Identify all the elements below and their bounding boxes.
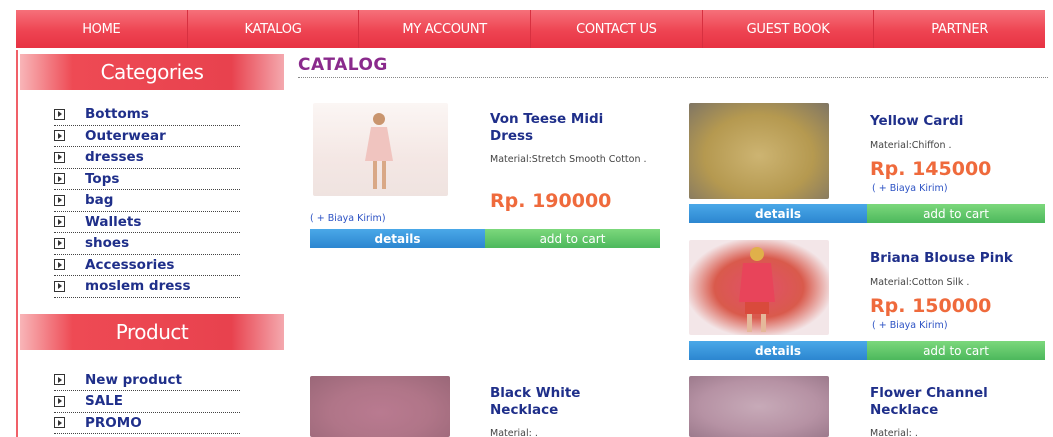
product-heading: Product (20, 313, 284, 350)
category-item-moslem-dress[interactable]: moslem dress (54, 276, 240, 298)
category-item-tops[interactable]: Tops (54, 169, 240, 190)
details-button[interactable]: details (310, 229, 485, 248)
product-material-briana-blouse: Material:Cotton Silk . (870, 277, 970, 288)
product-material-yellow-cardi: Material:Chiffon . (870, 140, 952, 151)
product-name-flower-channel-necklace[interactable]: Flower Channel Necklace (870, 385, 1020, 419)
product-price-yellow-cardi: Rp. 145000 (870, 158, 992, 180)
arrow-box-icon (54, 259, 65, 271)
shipping-note: ( + Biaya Kirim) (872, 183, 948, 194)
product-image-yellow-cardi[interactable] (689, 103, 829, 199)
details-button[interactable]: details (689, 204, 867, 223)
arrow-box-icon (54, 374, 65, 386)
product-actions: details add to cart (310, 229, 660, 248)
nav-guest-book[interactable]: GUEST BOOK (702, 10, 875, 48)
product-price-von-teese: Rp. 190000 (490, 190, 612, 212)
category-item-accessories[interactable]: Accessories (54, 255, 240, 276)
sidebar: Categories Bottoms Outerwear dresses Top… (16, 50, 286, 437)
arrow-box-icon (54, 417, 65, 429)
blouse-model-icon (739, 247, 775, 332)
shipping-note: ( + Biaya Kirim) (310, 213, 386, 224)
product-list: New product SALE PROMO (18, 350, 286, 434)
category-item-dresses[interactable]: dresses (54, 147, 240, 169)
category-item-outerwear[interactable]: Outerwear (54, 126, 240, 147)
product-image-von-teese[interactable] (313, 103, 448, 196)
catalog-divider (298, 77, 1048, 78)
arrow-box-icon (54, 173, 65, 185)
arrow-box-icon (54, 108, 65, 120)
top-nav: HOME KATALOG MY ACCOUNT CONTACT US GUEST… (16, 10, 1046, 48)
add-to-cart-button[interactable]: add to cart (867, 204, 1045, 223)
product-name-black-white-necklace[interactable]: Black White Necklace (490, 385, 620, 419)
nav-contact-us[interactable]: CONTACT US (531, 10, 703, 48)
arrow-box-icon (54, 237, 65, 249)
catalog-title: CATALOG (298, 55, 388, 75)
product-actions: details add to cart (689, 341, 1045, 360)
arrow-box-icon (54, 395, 65, 407)
category-list: Bottoms Outerwear dresses Tops bag Walle… (18, 90, 286, 298)
arrow-box-icon (54, 151, 65, 163)
product-item-promo[interactable]: PROMO (54, 413, 240, 434)
categories-heading: Categories (20, 54, 284, 90)
product-actions: details add to cart (689, 204, 1045, 223)
category-item-wallets[interactable]: Wallets (54, 212, 240, 233)
add-to-cart-button[interactable]: add to cart (485, 229, 660, 248)
arrow-box-icon (54, 280, 65, 292)
shipping-note: ( + Biaya Kirim) (872, 320, 948, 331)
product-material-flower-channel-necklace: Material: . (870, 428, 918, 437)
arrow-box-icon (54, 130, 65, 142)
product-material-von-teese: Material:Stretch Smooth Cotton . (490, 154, 647, 165)
product-price-briana-blouse: Rp. 150000 (870, 295, 992, 317)
product-image-black-white-necklace[interactable] (310, 376, 450, 437)
product-image-briana-blouse[interactable] (689, 240, 829, 335)
category-item-bag[interactable]: bag (54, 190, 240, 212)
add-to-cart-button[interactable]: add to cart (867, 341, 1045, 360)
product-name-von-teese[interactable]: Von Teese Midi Dress (490, 111, 640, 145)
nav-partner[interactable]: PARTNER (874, 10, 1046, 48)
product-material-black-white-necklace: Material: . (490, 428, 538, 437)
product-item-sale[interactable]: SALE (54, 391, 240, 413)
category-item-shoes[interactable]: shoes (54, 233, 240, 255)
nav-katalog[interactable]: KATALOG (187, 10, 360, 48)
nav-my-account[interactable]: MY ACCOUNT (359, 10, 532, 48)
product-name-yellow-cardi[interactable]: Yellow Cardi (870, 113, 1040, 130)
dress-model-icon (365, 113, 393, 189)
product-item-new[interactable]: New product (54, 370, 240, 391)
arrow-box-icon (54, 216, 65, 228)
product-image-flower-channel-necklace[interactable] (689, 376, 829, 437)
arrow-box-icon (54, 194, 65, 206)
category-item-bottoms[interactable]: Bottoms (54, 104, 240, 126)
nav-home[interactable]: HOME (16, 10, 188, 48)
details-button[interactable]: details (689, 341, 867, 360)
product-name-briana-blouse[interactable]: Briana Blouse Pink (870, 250, 1045, 267)
